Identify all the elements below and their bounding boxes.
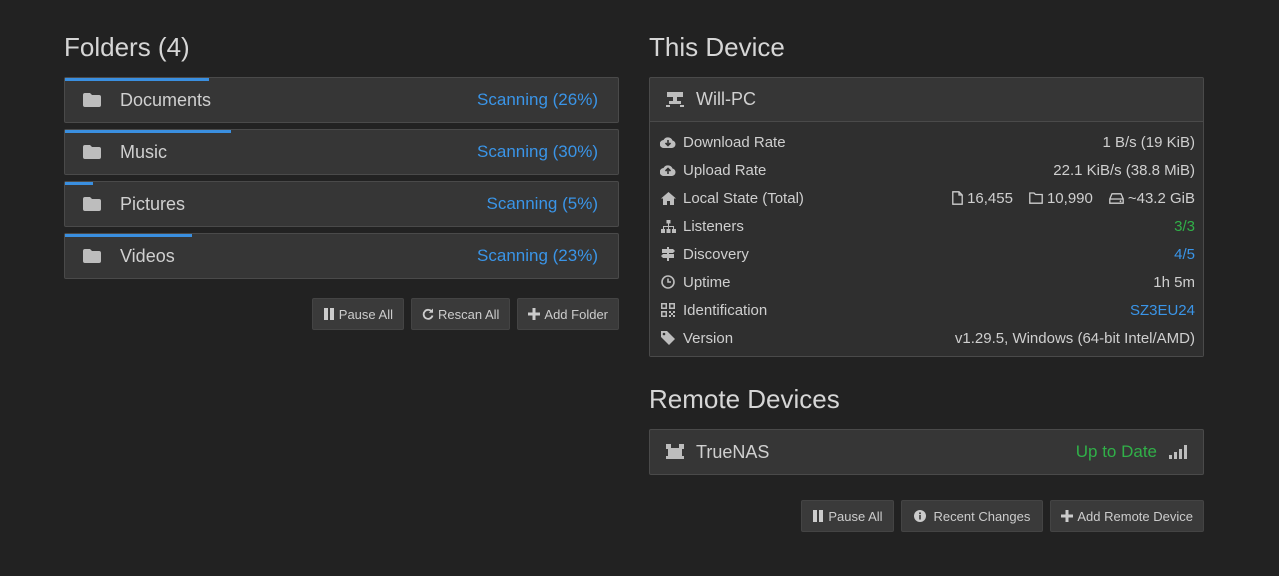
folder-status: Scanning (26%) bbox=[477, 90, 598, 109]
clock-icon bbox=[660, 275, 676, 289]
home-icon bbox=[660, 191, 676, 205]
signpost-icon bbox=[660, 247, 676, 261]
stat-value: v1.29.5, Windows (64-bit Intel/AMD) bbox=[954, 329, 1195, 347]
rescan-all-button[interactable]: Rescan All bbox=[410, 298, 511, 330]
folder-actions: Pause All Rescan All Add Folder bbox=[64, 298, 619, 330]
devices-section: This Device Will-PC Download Rate 1 B/s … bbox=[649, 30, 1204, 532]
pause-all-label: Pause All bbox=[338, 306, 393, 322]
files-count: 16,455 bbox=[967, 189, 1013, 207]
this-device-header[interactable]: Will-PC bbox=[650, 78, 1203, 122]
stat-label: Local State (Total) bbox=[683, 189, 804, 207]
recent-changes-button[interactable]: Recent Changes bbox=[900, 500, 1044, 532]
plus-icon bbox=[1061, 510, 1074, 522]
stat-download-rate: Download Rate 1 B/s (19 KiB) bbox=[660, 128, 1195, 156]
hard-drive-icon bbox=[1109, 192, 1124, 204]
pause-icon bbox=[323, 308, 334, 320]
stat-label: Version bbox=[683, 329, 734, 347]
folder-name: Videos bbox=[120, 245, 175, 266]
folder-music[interactable]: Music Scanning (30%) bbox=[64, 129, 619, 175]
stat-value[interactable]: 3/3 bbox=[1174, 218, 1195, 235]
cloud-upload-icon bbox=[660, 163, 676, 177]
signal-strength-icon bbox=[1169, 445, 1187, 459]
stat-label: Upload Rate bbox=[683, 161, 767, 179]
pause-icon bbox=[813, 510, 824, 522]
folders-title: Folders (4) bbox=[64, 32, 190, 62]
remote-device-truenas[interactable]: TrueNAS Up to Date bbox=[649, 429, 1204, 475]
server-icon bbox=[666, 444, 684, 459]
folder-progress-bar bbox=[65, 234, 193, 237]
pause-all-folders-button[interactable]: Pause All bbox=[311, 298, 404, 330]
stat-value[interactable]: 4/5 bbox=[1174, 246, 1195, 263]
folder-progress-bar bbox=[65, 130, 231, 133]
total-size: ~43.2 GiB bbox=[1127, 189, 1195, 207]
stat-value: 22.1 KiB/s (38.8 MiB) bbox=[1053, 161, 1195, 179]
stat-value: 1 B/s (19 KiB) bbox=[1102, 133, 1195, 151]
rescan-all-label: Rescan All bbox=[437, 306, 500, 322]
stat-value: 1h 5m bbox=[1153, 273, 1195, 291]
folder-status: Scanning (5%) bbox=[486, 194, 598, 213]
stat-label: Uptime bbox=[683, 273, 731, 291]
this-device-title: This Device bbox=[649, 32, 785, 62]
add-folder-button[interactable]: Add Folder bbox=[517, 298, 619, 330]
folder-videos[interactable]: Videos Scanning (23%) bbox=[64, 233, 619, 279]
tag-icon bbox=[660, 331, 676, 345]
this-device-panel: Will-PC Download Rate 1 B/s (19 KiB) Upl… bbox=[649, 77, 1204, 357]
refresh-icon bbox=[422, 308, 434, 320]
pause-all-label: Pause All bbox=[828, 508, 883, 524]
folder-name: Pictures bbox=[120, 193, 186, 214]
this-device-stats: Download Rate 1 B/s (19 KiB) Upload Rate… bbox=[650, 122, 1203, 356]
recent-changes-label: Recent Changes bbox=[933, 508, 1031, 524]
folder-progress-bar bbox=[65, 78, 209, 81]
folder-status: Scanning (23%) bbox=[477, 246, 598, 265]
folder-icon bbox=[83, 197, 101, 211]
stat-local-state: Local State (Total) 16,455 10,990 ~43.2 … bbox=[660, 184, 1195, 212]
stat-version: Version v1.29.5, Windows (64-bit Intel/A… bbox=[660, 324, 1195, 352]
folder-documents[interactable]: Documents Scanning (26%) bbox=[64, 77, 619, 123]
desktop-computer-icon bbox=[666, 91, 684, 107]
folder-name: Music bbox=[120, 141, 168, 162]
remote-device-header[interactable]: TrueNAS Up to Date bbox=[650, 430, 1203, 474]
add-remote-device-label: Add Remote Device bbox=[1077, 508, 1193, 524]
info-icon bbox=[913, 510, 926, 522]
stat-label: Discovery bbox=[683, 245, 749, 263]
folder-name: Documents bbox=[120, 89, 212, 110]
stat-upload-rate: Upload Rate 22.1 KiB/s (38.8 MiB) bbox=[660, 156, 1195, 184]
remote-device-actions: Pause All Recent Changes Add Remote Devi… bbox=[649, 500, 1204, 532]
stat-discovery: Discovery 4/5 bbox=[660, 240, 1195, 268]
directories-count: 10,990 bbox=[1046, 189, 1093, 207]
stat-uptime: Uptime 1h 5m bbox=[660, 268, 1195, 296]
qrcode-icon bbox=[660, 303, 676, 317]
stat-label: Download Rate bbox=[683, 133, 786, 151]
this-device-name: Will-PC bbox=[696, 89, 756, 109]
folder-icon bbox=[83, 145, 101, 159]
plus-icon bbox=[528, 308, 541, 320]
stat-label: Listeners bbox=[683, 217, 744, 235]
add-folder-label: Add Folder bbox=[544, 306, 608, 322]
folder-icon bbox=[83, 249, 101, 263]
remote-devices-title: Remote Devices bbox=[649, 384, 840, 414]
pause-all-devices-button[interactable]: Pause All bbox=[801, 500, 894, 532]
stat-listeners: Listeners 3/3 bbox=[660, 212, 1195, 240]
cloud-download-icon bbox=[660, 135, 676, 149]
sitemap-icon bbox=[660, 219, 676, 233]
folder-icon bbox=[83, 93, 101, 107]
remote-device-name: TrueNAS bbox=[696, 441, 770, 462]
stat-identification: Identification SZ3EU24 bbox=[660, 296, 1195, 324]
file-icon bbox=[952, 191, 963, 205]
folder-pictures[interactable]: Pictures Scanning (5%) bbox=[64, 181, 619, 227]
stat-value: 16,455 10,990 ~43.2 GiB bbox=[952, 190, 1195, 207]
stat-label: Identification bbox=[683, 301, 768, 319]
add-remote-device-button[interactable]: Add Remote Device bbox=[1050, 500, 1204, 532]
remote-device-status: Up to Date bbox=[1075, 442, 1157, 461]
folders-section: Folders (4) Documents Scanning (26%) Mus… bbox=[64, 30, 619, 330]
folder-progress-bar bbox=[65, 182, 93, 185]
folder-outline-icon bbox=[1029, 192, 1043, 204]
stat-value[interactable]: SZ3EU24 bbox=[1130, 302, 1195, 319]
folder-status: Scanning (30%) bbox=[477, 142, 598, 161]
